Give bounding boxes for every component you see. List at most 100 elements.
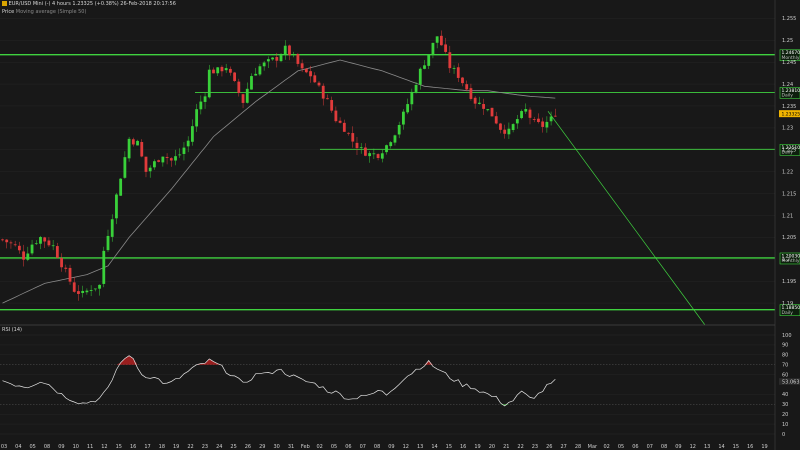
instrument-icon[interactable]: [2, 1, 7, 6]
time-tick-label: 16: [747, 444, 753, 450]
time-tick-label: 15: [116, 444, 122, 450]
time-tick-label: 24: [216, 444, 222, 450]
level-timeframe: Daily: [782, 310, 794, 316]
candle-body: [499, 123, 502, 130]
candle-body: [486, 109, 490, 111]
candle-body: [507, 128, 511, 135]
candle-body: [477, 102, 481, 104]
candle-body: [55, 246, 59, 258]
timeframe-label[interactable]: 4 hours: [52, 1, 71, 7]
time-tick-label: 04: [15, 444, 21, 450]
candle-body: [520, 111, 523, 119]
candle-body: [342, 122, 346, 132]
candle-body: [427, 54, 431, 66]
price-change: (+0.38%): [94, 1, 119, 7]
candle-body: [131, 139, 135, 145]
candle-body: [22, 251, 25, 260]
candle-body: [228, 68, 232, 73]
candle-body: [292, 54, 296, 55]
time-tick-label: 22: [517, 444, 523, 450]
current-price-label: 1.23325: [782, 111, 800, 117]
candle-body: [439, 35, 443, 46]
candle-body: [490, 107, 494, 117]
price-tick-label: 1.2: [782, 257, 790, 263]
instrument-name[interactable]: EUR/USD Mini (-): [9, 1, 51, 7]
price-tick-label: 1.21: [782, 213, 793, 219]
candle-body: [553, 115, 557, 117]
time-tick-label: 12: [403, 444, 409, 450]
price-pane-label: Price Moving average (Simple 50): [2, 9, 86, 15]
candle-body: [9, 242, 13, 244]
candle-body: [262, 62, 266, 67]
time-tick-label: 08: [661, 444, 667, 450]
candle-body: [359, 147, 363, 148]
time-tick-label: 15: [446, 444, 452, 450]
candle-body: [414, 84, 418, 92]
candle-body: [123, 157, 127, 178]
candle-body: [98, 284, 101, 289]
rsi-pane-label: RSI (14): [2, 327, 22, 333]
indicator-label: Moving average (Simple 50): [15, 9, 87, 15]
candle[interactable]: [490, 107, 494, 117]
rsi-tick-label: 100: [782, 333, 792, 339]
candle-body: [203, 96, 207, 102]
candle-body: [51, 245, 55, 247]
candle-body: [313, 75, 317, 83]
chart-canvas[interactable]: 1.24670Monthly1.23810Daily1.22510Daily1.…: [0, 0, 800, 450]
candle-body: [106, 235, 110, 251]
time-tick-label: 18: [159, 444, 165, 450]
time-tick-label: 07: [360, 444, 366, 450]
time-tick-label: 06: [345, 444, 351, 450]
candle-body: [326, 98, 329, 100]
time-tick-label: 26: [546, 444, 552, 450]
time-tick-label: 12: [690, 444, 696, 450]
candle-body: [165, 156, 169, 158]
time-tick-label: 15: [733, 444, 739, 450]
rsi-tick-label: 90: [782, 343, 788, 349]
candle-body: [30, 244, 34, 254]
time-tick-label: 14: [431, 444, 437, 450]
candle-body: [309, 71, 312, 77]
time-tick-label: 25: [230, 444, 236, 450]
candle-body: [288, 45, 291, 56]
time-tick-label: 05: [331, 444, 337, 450]
time-tick-label: 17: [144, 444, 150, 450]
candle-body: [330, 100, 334, 111]
candle[interactable]: [119, 178, 123, 196]
rsi-tick-label: 10: [782, 422, 788, 428]
candle[interactable]: [102, 246, 106, 288]
candle-body: [191, 126, 194, 142]
time-tick-label: 07: [647, 444, 653, 450]
candle-body: [224, 68, 228, 71]
candle-body: [469, 88, 473, 99]
candle[interactable]: [127, 136, 131, 162]
candle[interactable]: [233, 71, 236, 83]
candle-body: [283, 45, 287, 55]
time-tick-label: 16: [130, 444, 136, 450]
candle-body: [169, 158, 173, 161]
candle-body: [532, 119, 536, 120]
time-tick-label: 14: [718, 444, 724, 450]
time-tick-label: 05: [30, 444, 36, 450]
candle-body: [245, 88, 249, 103]
candle-body: [17, 245, 21, 251]
candle-body: [5, 239, 9, 243]
candle-body: [161, 156, 165, 163]
candle-body: [355, 142, 359, 149]
candle-body: [64, 267, 68, 269]
candle-body: [389, 142, 393, 147]
candle-body: [13, 244, 17, 246]
candle-body: [515, 119, 519, 124]
time-tick-label: 10: [73, 444, 79, 450]
candle-body: [528, 109, 532, 118]
candle-body: [334, 110, 338, 122]
candle-body: [1, 239, 4, 241]
candle-body: [275, 57, 279, 61]
chart-header: EUR/USD Mini (-) 4 hours 1.23325 (+0.38%…: [2, 1, 176, 7]
time-tick-label: 19: [761, 444, 767, 450]
candle-body: [321, 85, 325, 99]
time-tick-label: 02: [317, 444, 323, 450]
candle-body: [456, 67, 460, 78]
candle-body: [364, 147, 367, 156]
candle[interactable]: [207, 64, 211, 99]
